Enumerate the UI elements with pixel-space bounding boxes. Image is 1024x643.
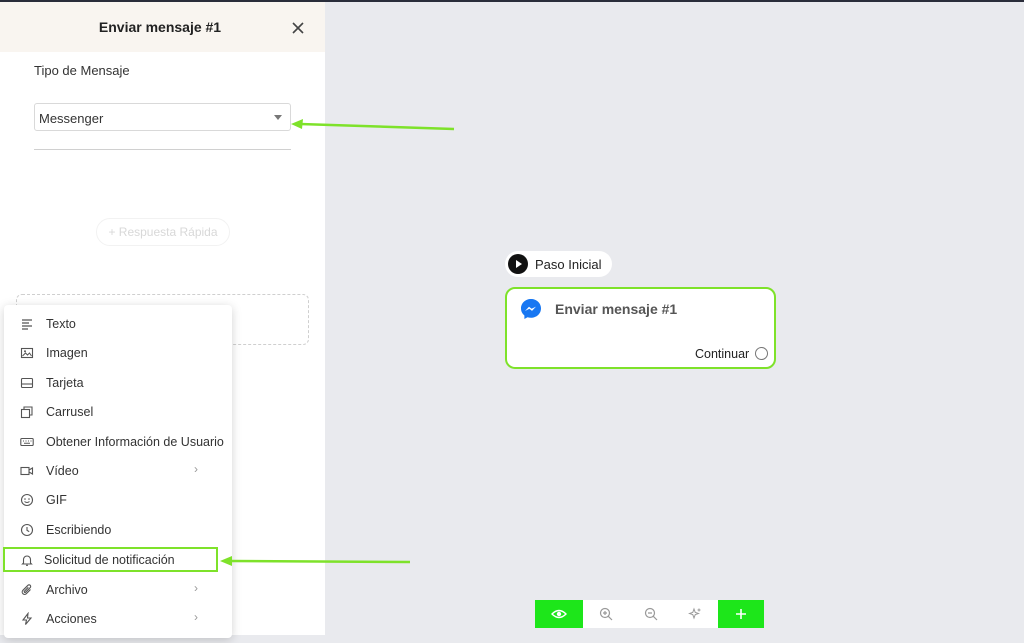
annotation-arrows bbox=[220, 119, 455, 566]
annotation-arrow-notification bbox=[229, 559, 411, 564]
annotation-arrow-select bbox=[299, 122, 455, 131]
annotation-arrowhead-notification bbox=[220, 556, 232, 566]
annotation-arrowhead-select bbox=[291, 119, 303, 129]
